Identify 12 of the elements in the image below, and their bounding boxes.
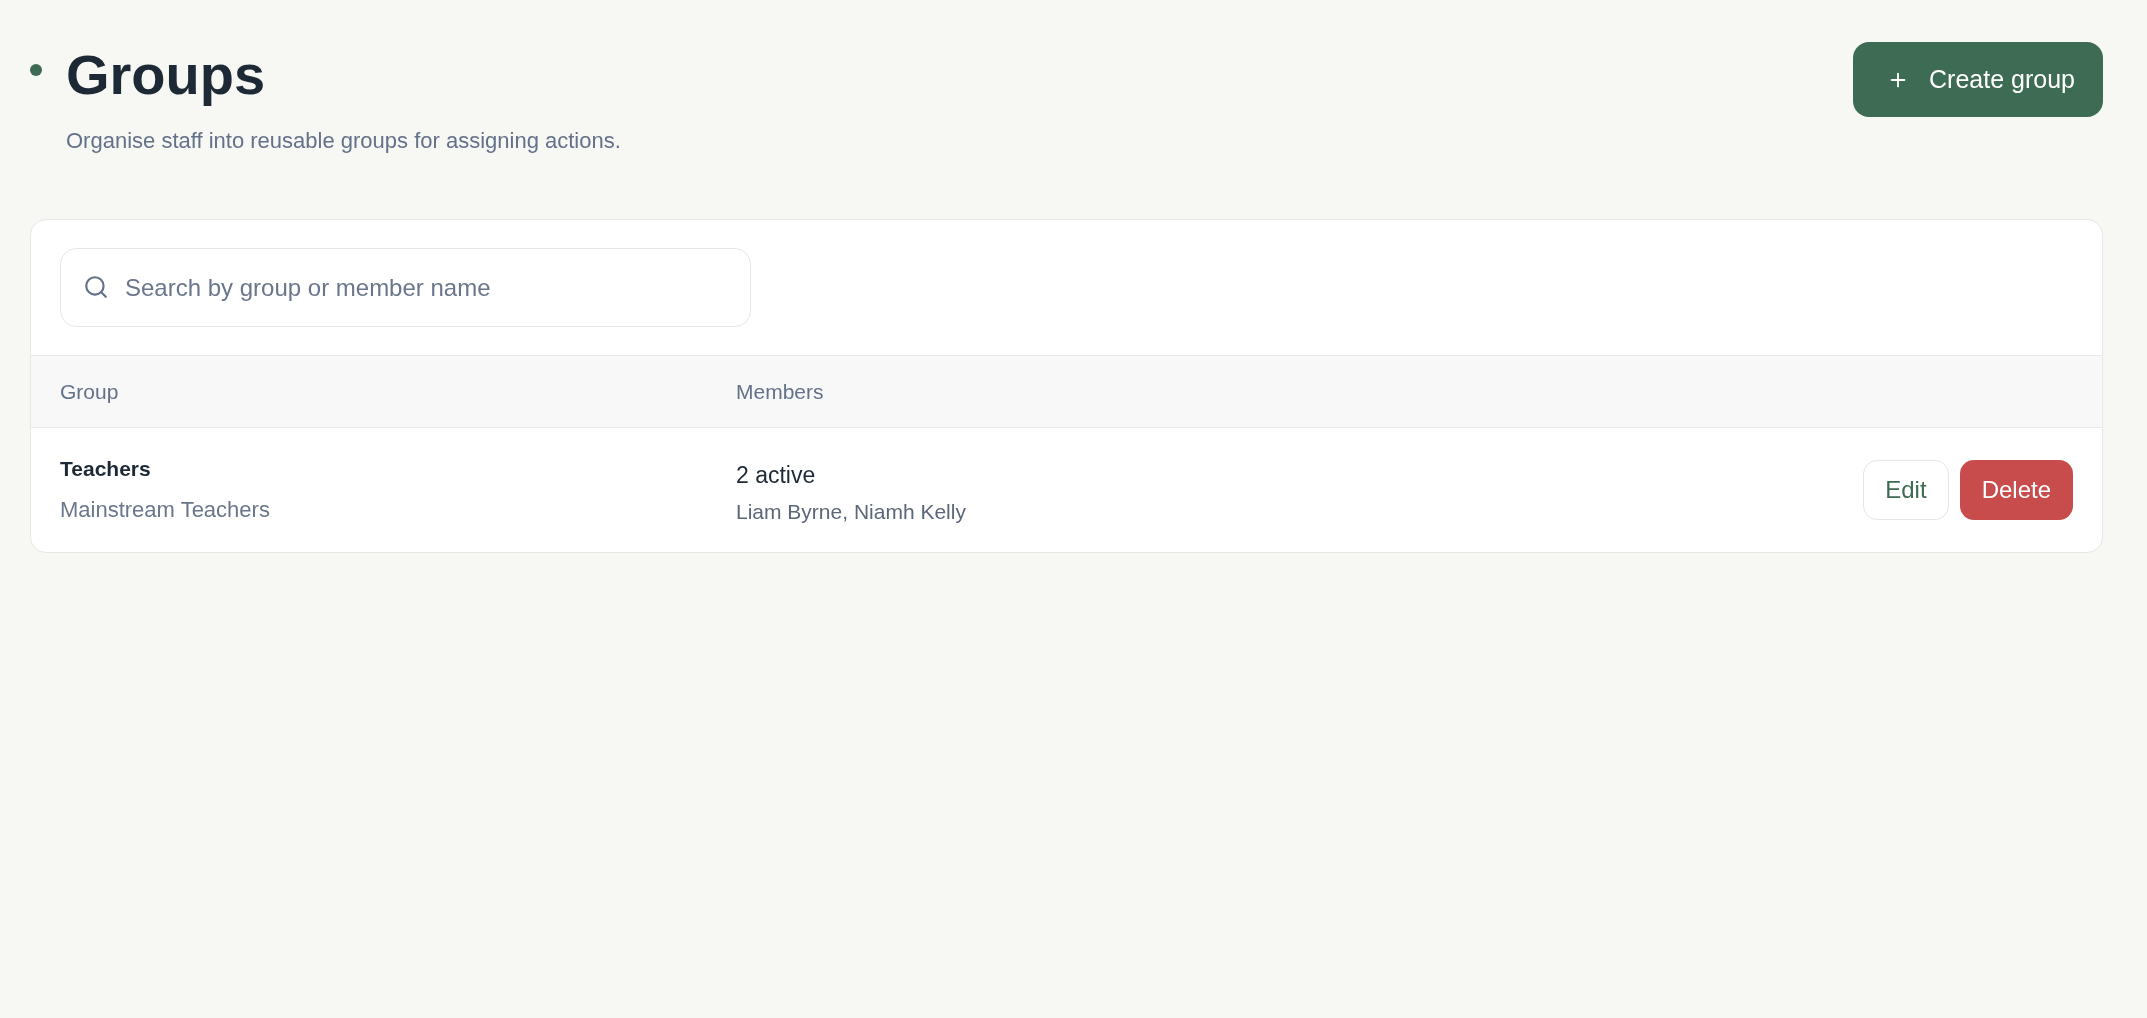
member-count: 2 active <box>736 462 817 488</box>
member-names: Liam Byrne, Niamh Kelly <box>736 500 967 524</box>
page-subtitle: Organise staff into reusable groups for assigning actions. <box>66 127 621 155</box>
column-header: Members <box>736 378 825 405</box>
delete-button[interactable]: Delete <box>1959 460 2073 520</box>
search-field[interactable]: Search by group or member name <box>60 248 751 327</box>
group-description: Mainstream Teachers <box>60 496 271 523</box>
column-header: Group <box>60 378 120 405</box>
group-name: Teachers <box>60 455 152 482</box>
search-icon <box>83 274 109 300</box>
edit-button[interactable]: Edit <box>1863 460 1949 520</box>
create-group-button[interactable]: Create group <box>1853 42 2103 117</box>
